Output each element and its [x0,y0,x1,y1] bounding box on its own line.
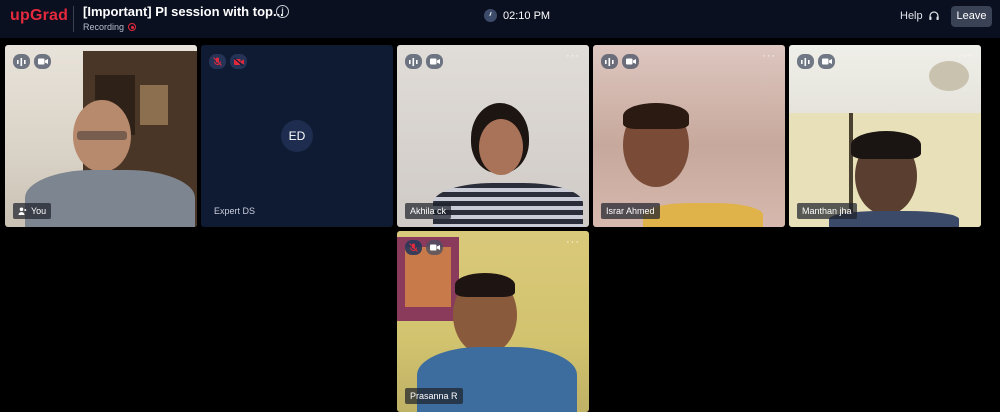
header-divider [73,6,74,32]
clock-time: 02:10 PM [503,9,551,22]
tile-controls [797,54,835,69]
recording-dot-icon [128,23,137,31]
mic-muted-icon[interactable] [209,54,226,69]
person-shirt-image [25,170,195,227]
participant-name: Expert DS [214,206,256,216]
upgrad-logo: upGrad [10,7,69,24]
participant-tile-prasanna[interactable]: ··· Prasanna R [397,231,589,412]
participant-name-tag: Manthan jha [797,203,857,219]
participant-tile-manthan[interactable]: ··· Manthan jha [789,45,981,227]
camera-icon[interactable] [34,54,51,69]
audio-level-icon[interactable] [405,54,422,69]
participant-tile-expert-ds[interactable]: ED Expert DS [201,45,393,227]
participant-name: Manthan jha [802,206,852,216]
striped-shirt-image [433,183,583,227]
camera-off-icon[interactable] [230,54,247,69]
participant-name: Akhila ck [410,206,447,216]
person-hair-image [455,273,515,297]
headset-icon [928,11,939,20]
participant-name-tag: Prasanna R [405,388,463,404]
tile-more-icon[interactable]: ··· [958,50,972,62]
recording-label: Recording [83,22,125,32]
help-button[interactable]: Help [900,10,940,22]
help-label: Help [900,10,923,22]
person-shirt-image [643,203,763,227]
tile-more-icon[interactable]: ··· [566,236,580,248]
participant-avatar: ED [281,120,313,152]
camera-icon[interactable] [426,240,443,255]
poster-figure-image [405,247,451,307]
tile-controls [405,54,443,69]
audio-level-icon[interactable] [13,54,30,69]
clock-icon [484,9,497,22]
audio-level-icon[interactable] [601,54,618,69]
person-face-image [479,119,523,175]
tile-controls [405,240,443,255]
mic-muted-icon[interactable] [405,240,422,255]
meeting-header: upGrad [Important] PI session with top..… [0,0,1000,38]
tile-more-icon[interactable]: ··· [762,50,776,62]
participant-name: You [31,206,47,216]
shelf-books-image [140,85,168,125]
participant-name-tag: Akhila ck [405,203,452,219]
tile-controls [13,54,51,69]
meeting-title: [Important] PI session with top... [83,4,284,19]
participant-tile-you[interactable]: You [5,45,197,227]
camera-icon[interactable] [818,54,835,69]
participant-name: Prasanna R [410,391,458,401]
glasses-image [77,131,127,140]
participant-name-tag: You [13,203,52,219]
tile-controls [601,54,639,69]
participant-name-tag: Israr Ahmed [601,203,660,219]
recording-indicator: Recording [83,22,137,32]
tile-more-icon[interactable]: ··· [566,50,580,62]
user-icon [18,207,27,215]
participant-tile-israr[interactable]: ··· Israr Ahmed [593,45,785,227]
tile-controls [209,54,247,69]
camera-icon[interactable] [622,54,639,69]
person-hair-image [623,103,689,129]
meeting-clock: 02:10 PM [484,9,550,22]
camera-icon[interactable] [426,54,443,69]
person-hair-image [851,131,921,159]
participant-tile-akhila[interactable]: ··· Akhila ck [397,45,589,227]
audio-level-icon[interactable] [797,54,814,69]
ceiling-light-image [929,61,969,91]
leave-button[interactable]: Leave [951,6,992,27]
info-icon[interactable]: i [276,5,289,18]
participant-name: Israr Ahmed [606,206,655,216]
